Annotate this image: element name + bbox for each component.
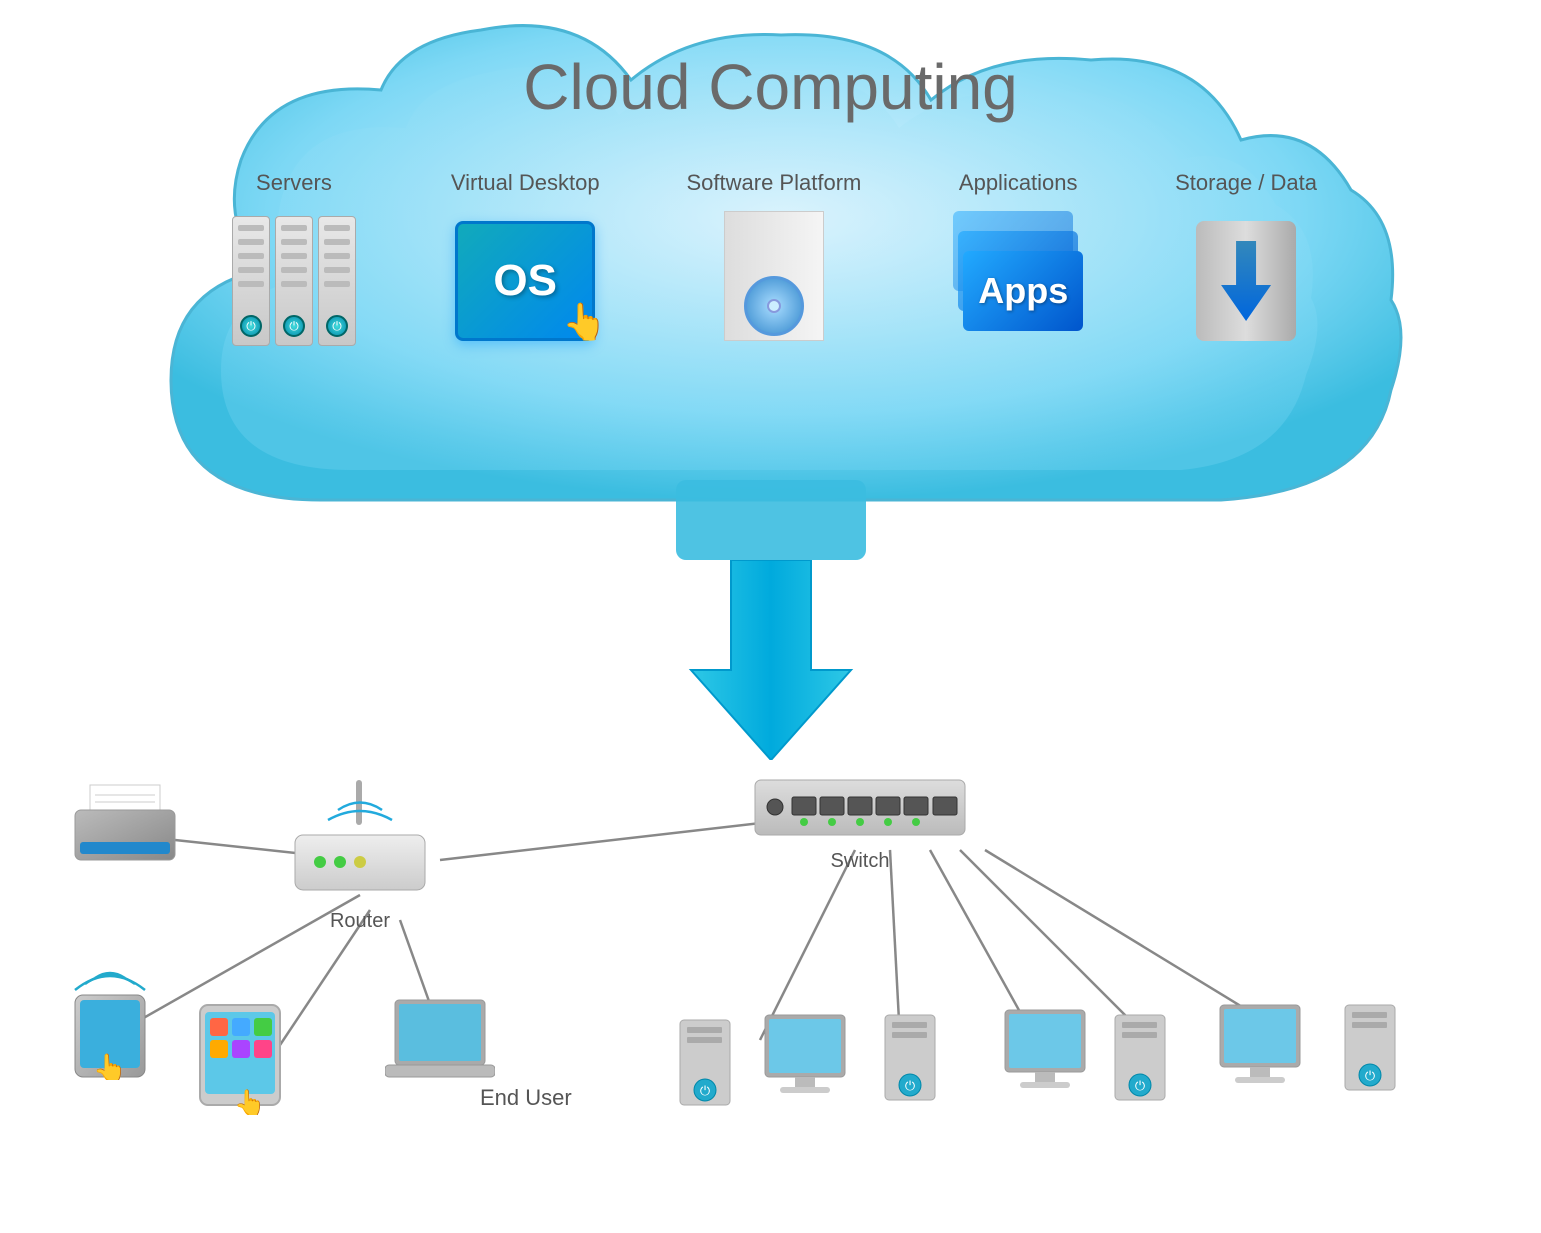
laptop-icon (385, 995, 495, 1085)
desktop-monitor-1 (760, 1010, 850, 1110)
server-unit-2: ⏻ (275, 216, 313, 346)
tower-pc-icon-2: ⏻ (1100, 1010, 1180, 1130)
cloud-item-storage: Storage / Data (1175, 170, 1317, 356)
end-user-item: End User (480, 1080, 572, 1111)
cloud-items-container: Servers ⏻ (121, 170, 1421, 356)
end-user-label: End User (480, 1085, 572, 1111)
software-box-icon (714, 211, 834, 351)
desktop-1: ⏻ (665, 1015, 745, 1135)
tower-pc-1: ⏻ (870, 1010, 950, 1130)
os-text: OS (493, 256, 557, 306)
cloud-item-applications: Applications Apps (948, 170, 1088, 356)
mobile-icon: 👆 (65, 970, 155, 1080)
tower-pc-icon-1: ⏻ (870, 1010, 950, 1130)
cloud-item-virtual-desktop: Virtual Desktop OS 👆 (451, 170, 600, 356)
tower-pc-icon-3: ⏻ (1330, 1000, 1410, 1120)
server-unit-3: ⏻ (318, 216, 356, 346)
virtual-desktop-icon: OS 👆 (455, 206, 595, 356)
switch-label: Switch (831, 850, 890, 873)
server-power-btn-3: ⏻ (326, 315, 348, 337)
switch-item: Switch (750, 770, 970, 873)
cloud-item-software-platform: Software Platform (687, 170, 862, 356)
storage-icon (1176, 206, 1316, 356)
server-power-btn-2: ⏻ (283, 315, 305, 337)
network-section: 👆 Router (0, 720, 1541, 1220)
storage-label: Storage / Data (1175, 170, 1317, 196)
software-platform-label: Software Platform (687, 170, 862, 196)
applications-label: Applications (959, 170, 1078, 196)
cloud-title: Cloud Computing (523, 50, 1018, 124)
printer-item (70, 780, 180, 870)
cloud-diagram: Cloud Computing Servers ⏻ (121, 20, 1421, 600)
tablet-item: 👆 (195, 1000, 285, 1115)
router-label: Router (330, 910, 390, 933)
desktop-monitor-3 (1215, 1000, 1305, 1100)
cloud-to-network-arrow (671, 560, 871, 765)
tower-pc-2: ⏻ (1100, 1010, 1180, 1130)
printer-icon (70, 780, 180, 870)
laptop-item (385, 995, 495, 1085)
desktop-3 (1000, 1005, 1090, 1105)
storage-cylinder-icon (1181, 211, 1311, 351)
router-icon (290, 780, 430, 900)
servers-icon: ⏻ ⏻ (224, 206, 364, 356)
svg-text:⏻: ⏻ (1365, 1068, 1375, 1083)
desktop-4 (1215, 1000, 1305, 1100)
apps-text: Apps (978, 270, 1068, 312)
svg-text:⏻: ⏻ (1135, 1078, 1145, 1093)
tablet-icon: 👆 (195, 1000, 285, 1115)
os-screen: OS 👆 (455, 221, 595, 341)
virtual-desktop-label: Virtual Desktop (451, 170, 600, 196)
desktop-monitor-2 (1000, 1005, 1090, 1105)
desktop-tower-1: ⏻ (665, 1015, 745, 1135)
mobile-item: 👆 (65, 970, 155, 1080)
svg-text:⏻: ⏻ (700, 1083, 710, 1098)
cloud-item-servers: Servers ⏻ (224, 170, 364, 356)
cursor-icon: 👆 (562, 301, 607, 343)
servers-label: Servers (256, 170, 332, 196)
server-unit-1: ⏻ (232, 216, 270, 346)
router-item: Router (290, 780, 430, 933)
server-power-btn-1: ⏻ (240, 315, 262, 337)
svg-text:👆: 👆 (93, 1052, 128, 1080)
apps-stack-icon: Apps (953, 211, 1083, 351)
desktop-2 (760, 1010, 850, 1110)
svg-text:⏻: ⏻ (905, 1078, 915, 1093)
applications-icon: Apps (948, 206, 1088, 356)
svg-text:👆: 👆 (234, 1088, 266, 1115)
switch-icon (750, 770, 970, 840)
tower-pc-3: ⏻ (1330, 1000, 1410, 1120)
software-platform-icon (704, 206, 844, 356)
